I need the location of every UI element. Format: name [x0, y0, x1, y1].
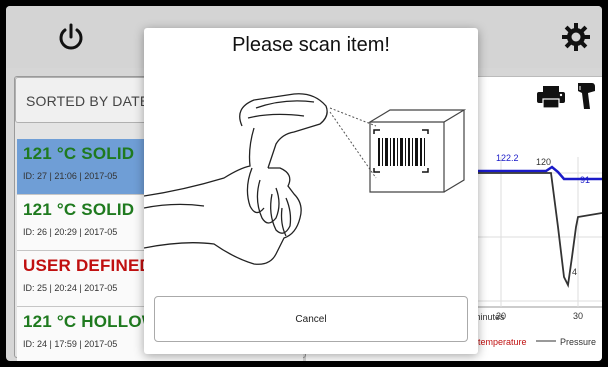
barcode-scan-illustration [144, 93, 467, 265]
annotation-label: 91 [580, 175, 590, 185]
cycle-title: 121 °C SOLID [23, 144, 135, 163]
pressure-series [476, 172, 602, 288]
cycle-title: 121 °C HOLLOW [23, 312, 159, 331]
cycle-title: USER DEFINED [23, 256, 152, 275]
scan-dialog: Please scan item! Cancel [144, 28, 478, 354]
printer-icon[interactable] [536, 85, 566, 109]
cycle-title: 121 °C SOLID [23, 200, 135, 219]
legend-temperature: temperature [478, 337, 527, 347]
sort-label: SORTED BY DATE [26, 93, 150, 109]
x-tick-label: 30 [573, 311, 583, 321]
annotation-label: 120 [536, 157, 551, 167]
cycle-details: ID: 24 | 17:59 | 2017-05 [23, 339, 118, 349]
annotation-label: 4 [572, 267, 577, 277]
gear-icon[interactable] [561, 22, 591, 52]
annotation-label: 122.2 [496, 153, 519, 163]
power-icon[interactable] [56, 22, 86, 52]
cycle-details: ID: 26 | 20:29 | 2017-05 [23, 227, 118, 237]
cycle-details: ID: 27 | 21:06 | 2017-05 [23, 171, 118, 181]
dialog-title: Please scan item! [232, 34, 390, 56]
cancel-button[interactable]: Cancel [154, 296, 468, 342]
legend-pressure: Pressure [560, 337, 597, 347]
barcode-scanner-icon[interactable] [576, 81, 596, 111]
barcode-icon [378, 138, 425, 166]
cycle-details: ID: 25 | 20:24 | 2017-05 [23, 283, 118, 293]
